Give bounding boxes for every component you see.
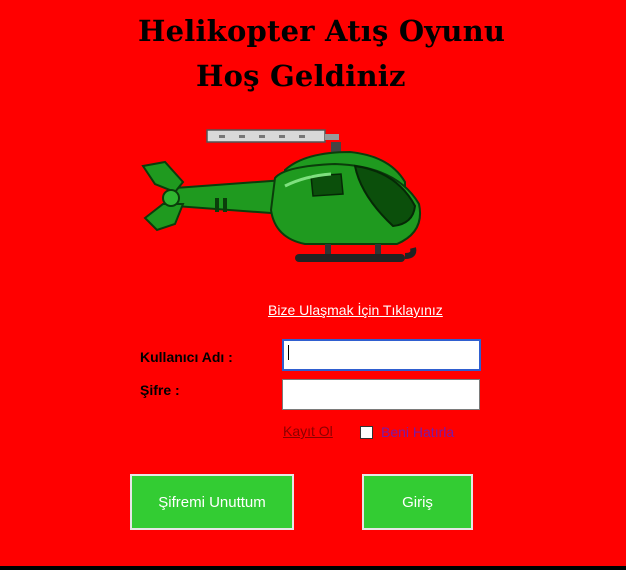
remember-me-checkbox[interactable] (360, 425, 373, 439)
helicopter-icon (141, 129, 421, 262)
username-input[interactable] (282, 339, 481, 371)
forgot-password-button[interactable]: Şifremi Unuttum (130, 474, 294, 530)
contact-link[interactable]: Bize Ulaşmak İçin Tıklayınız (268, 302, 443, 318)
password-label: Şifre : (140, 382, 180, 398)
register-link[interactable]: Kayıt Ol (283, 423, 333, 439)
remember-me[interactable]: Beni Hatırla (360, 424, 454, 440)
username-label: Kullanıcı Adı : (140, 349, 233, 365)
password-input[interactable] (282, 379, 480, 410)
remember-me-label[interactable]: Beni Hatırla (381, 424, 454, 440)
text-caret (288, 345, 289, 360)
welcome-text: Hoş Geldiniz (196, 59, 406, 93)
login-button[interactable]: Giriş (362, 474, 473, 530)
game-title: Helikopter Atış Oyunu (138, 14, 506, 48)
app-window: Helikopter Atış Oyunu Hoş Geldiniz Bize … (0, 0, 626, 566)
